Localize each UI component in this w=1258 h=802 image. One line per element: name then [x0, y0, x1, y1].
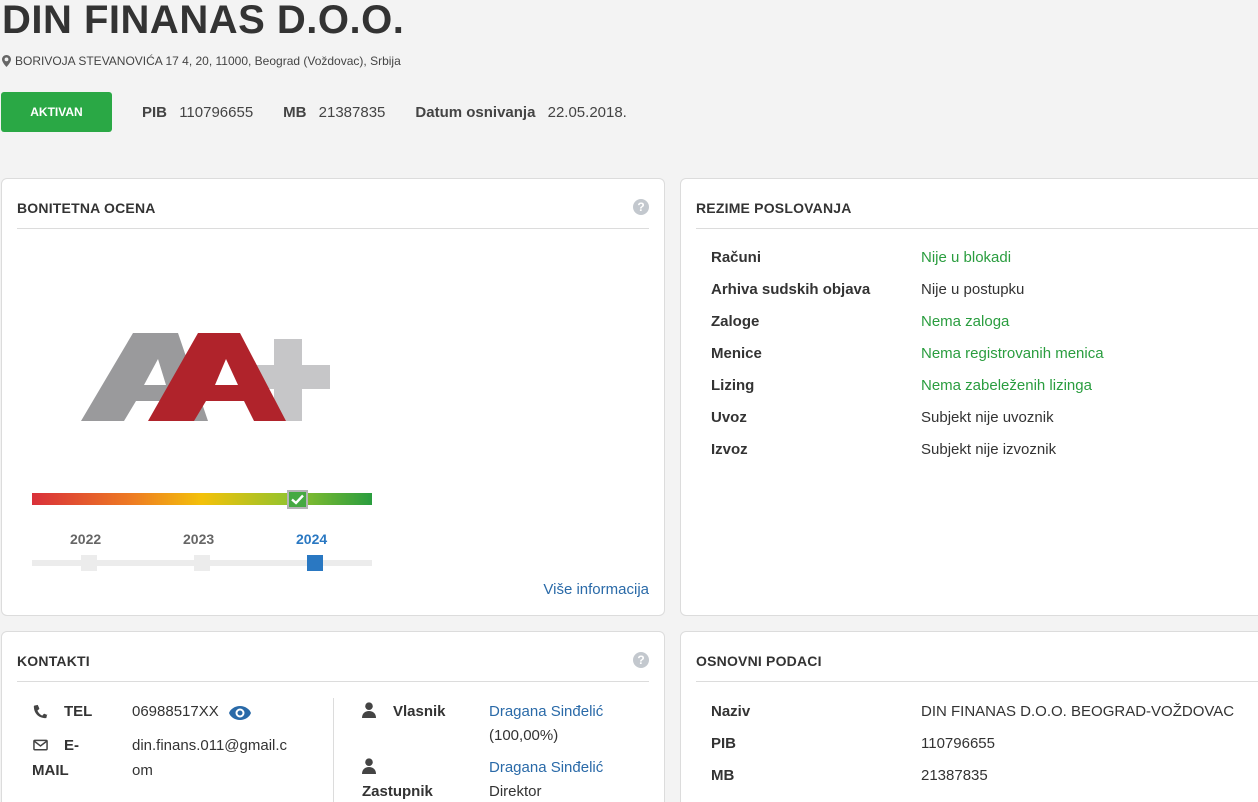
- summary-row-value: Nije u postupku: [921, 281, 1025, 298]
- summary-row-value: Subjekt nije uvoznik: [921, 409, 1054, 426]
- grade-logo-icon: [81, 333, 330, 421]
- summary-row-value: Nema zaloga: [921, 313, 1010, 330]
- email-label-1: E-: [64, 737, 79, 754]
- contacts-card-title: KONTAKTI: [17, 653, 90, 669]
- year-2024[interactable]: 2024: [296, 531, 327, 547]
- user-icon: [362, 758, 376, 774]
- summary-row-value: Nema registrovanih menica: [921, 345, 1104, 362]
- summary-card: REZIME POSLOVANJA Računi Nije u blokadi …: [680, 178, 1258, 616]
- map-pin-icon: [2, 55, 11, 67]
- rating-scale: [32, 493, 372, 505]
- pib-value: 110796655: [179, 104, 254, 121]
- mb-label: MB: [283, 104, 307, 121]
- basic-row: Naziv DIN FINANAS D.O.O. BEOGRAD-VOŽDOVA…: [711, 703, 1234, 720]
- basic-data-card: OSNOVNI PODACI Naziv DIN FINANAS D.O.O. …: [680, 631, 1258, 802]
- basic-row-value: 110796655: [921, 735, 995, 752]
- summary-row: Lizing Nema zabeleženih lizinga: [711, 377, 1092, 394]
- summary-row-label: Izvoz: [711, 441, 748, 458]
- divider: [17, 228, 649, 229]
- tel-value: 06988517XX: [132, 703, 219, 720]
- basic-row-label: MB: [711, 767, 735, 784]
- company-address: BORIVOJA STEVANOVIĆA 17 4, 20, 11000, Be…: [2, 54, 401, 68]
- company-name: DIN FINANAS D.O.O.: [2, 0, 405, 42]
- basic-row-label: Naziv: [711, 703, 751, 720]
- summary-row-label: Zaloge: [711, 313, 760, 330]
- rating-card-title: BONITETNA OCENA: [17, 200, 156, 216]
- basic-data-card-title: OSNOVNI PODACI: [696, 653, 822, 669]
- basic-row-label: PIB: [711, 735, 737, 752]
- email-value-2[interactable]: om: [132, 762, 153, 779]
- representative-name-link[interactable]: Dragana Sinđelić: [489, 759, 603, 776]
- year-2023[interactable]: 2023: [183, 531, 214, 547]
- more-info-link[interactable]: Više informacija: [543, 581, 649, 598]
- year-slider-dot-2023[interactable]: [194, 555, 210, 571]
- contacts-divider: [333, 698, 334, 802]
- summary-row-label: Lizing: [711, 377, 755, 394]
- divider: [17, 681, 649, 682]
- envelope-icon: [33, 739, 48, 751]
- divider: [696, 681, 1258, 682]
- summary-card-title: REZIME POSLOVANJA: [696, 200, 852, 216]
- rating-card: BONITETNA OCENA ? 2022 2023 2024 Više in…: [1, 178, 665, 616]
- representative-role: Direktor: [489, 783, 542, 800]
- summary-row-label: Arhiva sudskih objava: [711, 281, 871, 298]
- company-meta: PIB 110796655 MB 21387835 Datum osnivanj…: [142, 104, 657, 121]
- status-badge[interactable]: AKTIVAN: [1, 92, 112, 132]
- summary-row-value: Nema zabeleženih lizinga: [921, 377, 1092, 394]
- email-label-2: MAIL: [32, 762, 69, 779]
- contacts-card: KONTAKTI ? TEL 06988517XX E- MAIL din.fi…: [1, 631, 665, 802]
- owner-share: (100,00%): [489, 727, 559, 744]
- year-slider-dot-2022[interactable]: [81, 555, 97, 571]
- pib-meta: PIB 110796655: [142, 104, 253, 121]
- mb-value: 21387835: [318, 104, 386, 121]
- founded-value: 22.05.2018.: [547, 104, 627, 121]
- summary-row: Uvoz Subjekt nije uvoznik: [711, 409, 1054, 426]
- address-text: BORIVOJA STEVANOVIĆA 17 4, 20, 11000, Be…: [15, 54, 401, 68]
- divider: [696, 228, 1258, 229]
- founded-label: Datum osnivanja: [415, 104, 536, 121]
- owner-label: Vlasnik: [393, 703, 446, 720]
- year-slider-handle[interactable]: [307, 555, 323, 571]
- phone-icon: [33, 704, 48, 719]
- scale-marker-check-icon: [287, 490, 308, 509]
- summary-row-label: Menice: [711, 345, 762, 362]
- summary-row-value: Nije u blokadi: [921, 249, 1012, 266]
- email-value-1[interactable]: din.finans.011@gmail.c: [132, 737, 287, 754]
- user-icon: [362, 702, 376, 718]
- summary-row-value: Subjekt nije izvoznik: [921, 441, 1057, 458]
- eye-icon[interactable]: [228, 705, 252, 721]
- tel-label: TEL: [64, 703, 93, 720]
- summary-row: Arhiva sudskih objava Nije u postupku: [711, 281, 1024, 298]
- summary-row: Menice Nema registrovanih menica: [711, 345, 1104, 362]
- summary-row: Računi Nije u blokadi: [711, 249, 1011, 266]
- pib-label: PIB: [142, 104, 168, 121]
- summary-row-label: Uvoz: [711, 409, 747, 426]
- help-icon[interactable]: ?: [633, 652, 649, 668]
- summary-row: Zaloge Nema zaloga: [711, 313, 1009, 330]
- mb-meta: MB 21387835: [283, 104, 385, 121]
- summary-row: Izvoz Subjekt nije izvoznik: [711, 441, 1056, 458]
- representative-label: Zastupnik: [362, 783, 433, 800]
- help-icon[interactable]: ?: [633, 199, 649, 215]
- year-2022[interactable]: 2022: [70, 531, 101, 547]
- summary-row-label: Računi: [711, 249, 762, 266]
- basic-row: PIB 110796655: [711, 735, 995, 752]
- basic-row-value: DIN FINANAS D.O.O. BEOGRAD-VOŽDOVAC: [921, 703, 1235, 720]
- founded-meta: Datum osnivanja 22.05.2018.: [415, 104, 626, 121]
- owner-name-link[interactable]: Dragana Sinđelić: [489, 703, 603, 720]
- basic-row-value: 21387835: [921, 767, 988, 784]
- basic-row: MB 21387835: [711, 767, 988, 784]
